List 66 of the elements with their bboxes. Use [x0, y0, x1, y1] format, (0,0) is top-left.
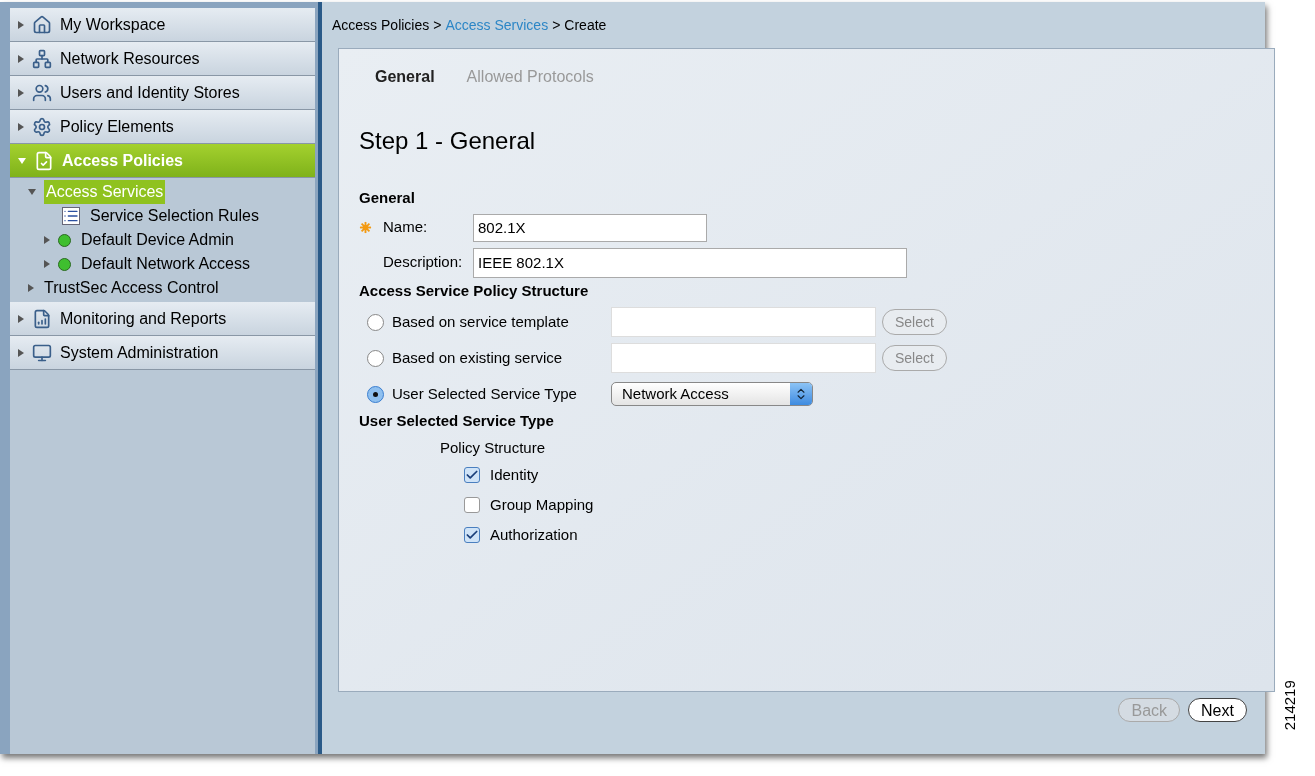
checkbox[interactable] — [464, 467, 480, 483]
sidebar-drawer[interactable]: Policy Elements — [10, 110, 315, 144]
collapsed-triangle-icon[interactable] — [44, 236, 50, 244]
radio-label: Based on service template — [392, 311, 570, 332]
breadcrumb-separator: > — [552, 15, 561, 35]
tree-item[interactable]: TrustSec Access Control — [42, 276, 221, 300]
tree-item[interactable]: Service Selection Rules — [88, 204, 261, 228]
radio-button[interactable] — [367, 385, 384, 403]
field-label: Description: — [383, 252, 464, 273]
tab[interactable]: General — [375, 65, 435, 89]
checkbox-label: Identity — [490, 464, 539, 485]
sidebar-drawer[interactable]: System Administration — [10, 336, 315, 370]
figure-number: 214219 — [1279, 679, 1299, 730]
drawer-label: Users and Identity Stores — [60, 82, 240, 103]
breadcrumb-item: Access Policies — [332, 15, 430, 35]
drawer-label: Access Policies — [62, 150, 183, 171]
drawer-label: Policy Elements — [60, 116, 174, 137]
input-field[interactable] — [611, 343, 876, 373]
collapsed-triangle-icon[interactable] — [18, 122, 24, 131]
gear-icon — [32, 116, 52, 137]
collapsed-triangle-icon[interactable] — [18, 348, 24, 357]
collapsed-triangle-icon[interactable] — [18, 20, 24, 29]
sidebar-drawer[interactable]: My Workspace — [10, 8, 315, 42]
drawer-label: Network Resources — [60, 48, 200, 69]
radio-label: User Selected Service Type — [392, 383, 578, 404]
collapsed-triangle-icon[interactable] — [44, 260, 50, 268]
dropdown[interactable]: Network Access — [611, 382, 813, 406]
network-icon — [32, 48, 52, 69]
input-field[interactable] — [611, 307, 876, 337]
section-heading: User Selected Service Type — [359, 411, 555, 431]
checkbox[interactable] — [464, 527, 480, 543]
drawer-label: My Workspace — [60, 14, 166, 35]
drawer-label: System Administration — [60, 342, 219, 363]
section-heading: Access Service Policy Structure — [359, 280, 590, 301]
users-icon — [32, 82, 52, 103]
collapsed-triangle-icon[interactable] — [28, 284, 34, 292]
checkbox-label: Authorization — [490, 524, 578, 545]
breadcrumb-item: Create — [564, 15, 607, 35]
tree-item[interactable]: Default Network Access — [79, 252, 252, 276]
collapsed-triangle-icon[interactable] — [18, 88, 24, 97]
sidebar-drawer[interactable]: Monitoring and Reports — [10, 302, 315, 336]
footer-button[interactable]: Next — [1188, 698, 1247, 722]
input-field[interactable]: 802.1X — [473, 213, 707, 242]
monitor-icon — [32, 342, 52, 363]
expanded-triangle-icon[interactable] — [28, 189, 36, 195]
radio-button[interactable] — [367, 349, 384, 367]
radio-button[interactable] — [367, 313, 384, 331]
collapsed-triangle-icon[interactable] — [18, 314, 24, 323]
house-icon — [32, 14, 52, 35]
step-title: Step 1 - General — [359, 126, 537, 156]
subheading: Policy Structure — [440, 437, 547, 458]
drawer-label: Monitoring and Reports — [60, 308, 227, 329]
list-icon — [62, 207, 80, 225]
tree-item[interactable]: Default Device Admin — [79, 228, 236, 252]
section-heading: General — [359, 188, 416, 208]
collapsed-triangle-icon[interactable] — [18, 54, 24, 63]
input-field[interactable]: IEEE 802.1X — [473, 247, 907, 278]
breadcrumb-separator: > — [433, 15, 442, 35]
checkbox-label: Group Mapping — [490, 494, 594, 515]
sidebar-drawer[interactable]: Users and Identity Stores — [10, 76, 315, 110]
document-icon — [34, 150, 54, 171]
chart-document-icon — [32, 308, 52, 329]
sidebar-drawer[interactable]: Network Resources — [10, 42, 315, 76]
field-label: Name: — [383, 217, 429, 238]
radio-label: Based on existing service — [392, 347, 564, 368]
checkbox[interactable] — [464, 497, 480, 513]
